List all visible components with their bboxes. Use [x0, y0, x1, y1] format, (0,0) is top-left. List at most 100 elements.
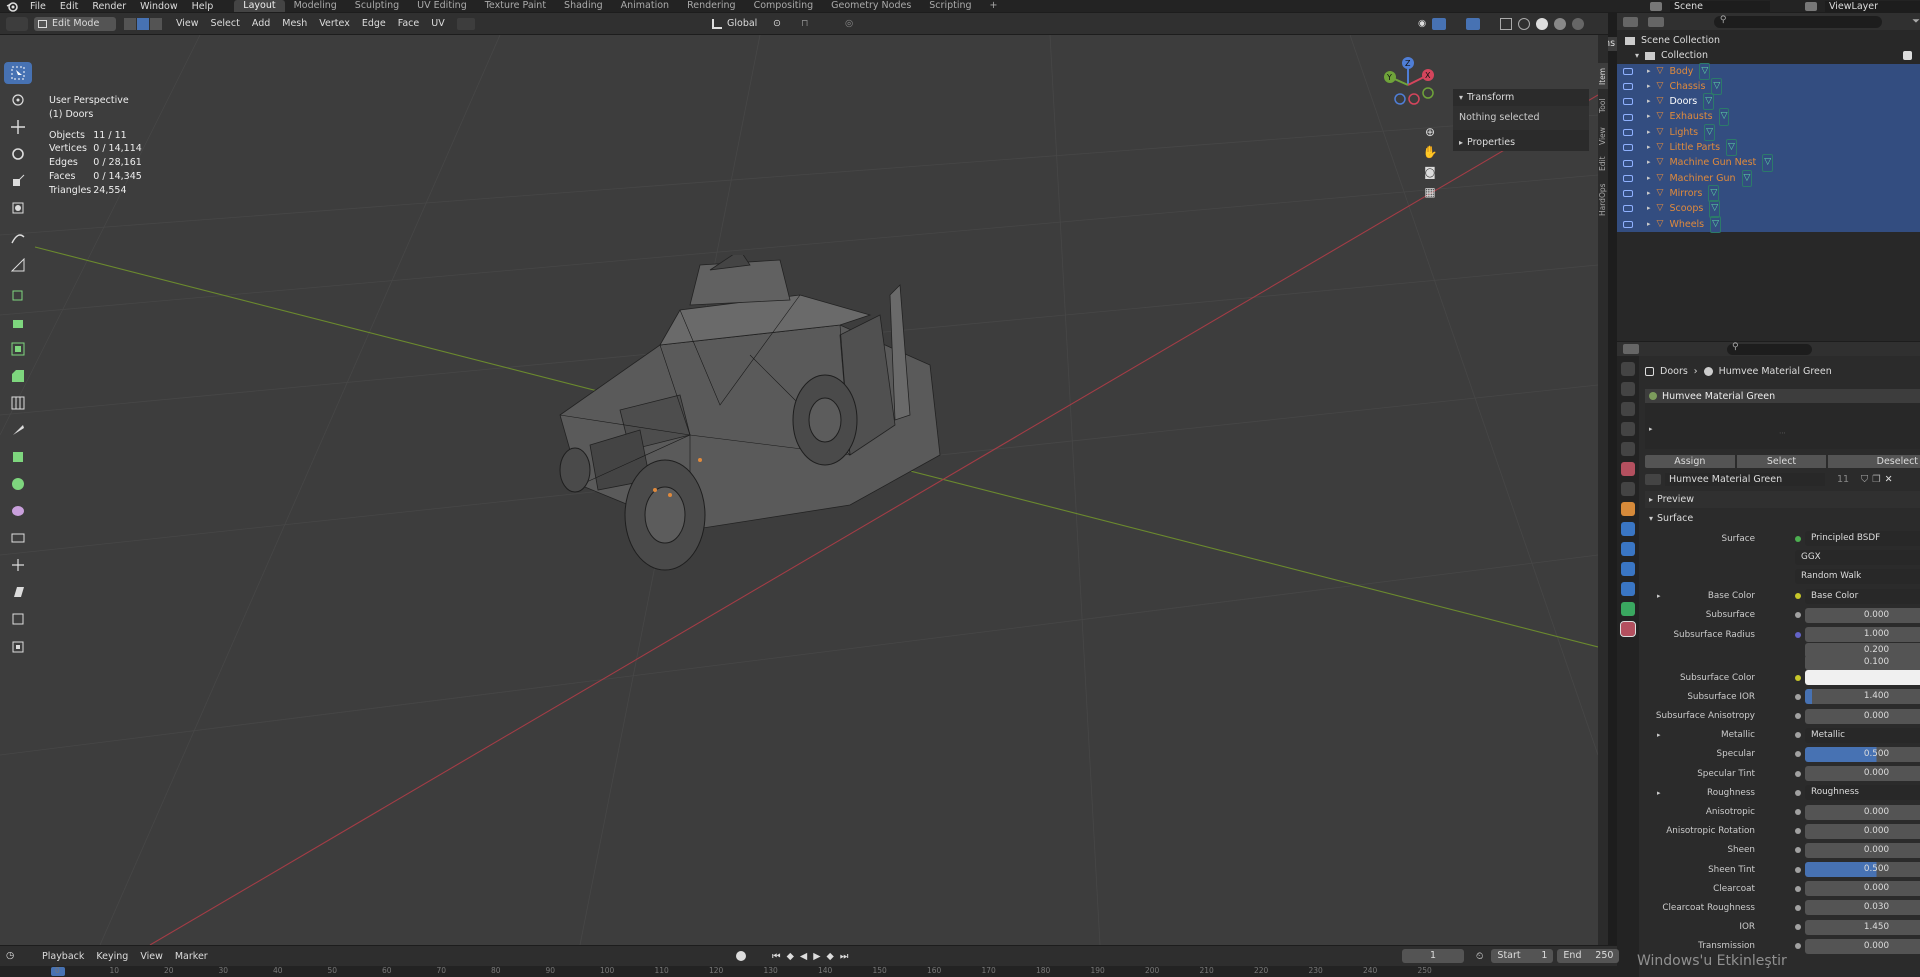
property-value-field[interactable]: 0.000 [1805, 842, 1920, 858]
tab-item[interactable]: Item [1598, 63, 1608, 89]
menu-playback[interactable]: Playback [36, 951, 90, 962]
play-reverse-icon[interactable]: ◀ [800, 951, 807, 962]
3d-viewport[interactable]: User Perspective (1) Doors Objects 11 / 1… [0, 35, 1598, 945]
visibility-icon[interactable]: ◉ [1418, 18, 1426, 29]
chevron-right-icon[interactable]: ▸ [1647, 171, 1651, 186]
properties-panel-header[interactable]: ▸ Properties [1453, 134, 1589, 151]
material-slot-list[interactable]: Humvee Material Green ▸ ⋯ [1645, 389, 1920, 449]
socket-icon[interactable] [1795, 612, 1801, 619]
property-value-field[interactable]: 0.030 [1805, 900, 1920, 916]
next-keyframe-icon[interactable]: ◆ [827, 951, 834, 962]
mesh-data-icon[interactable]: ▽ [1718, 108, 1730, 126]
rip-tool[interactable] [4, 608, 32, 630]
menu-uv[interactable]: UV [425, 18, 450, 29]
proportional-edit-icon[interactable]: ◎ [845, 18, 863, 30]
eye-icon[interactable] [1623, 144, 1633, 152]
add-workspace-button[interactable]: + [981, 0, 1007, 12]
tab-animation[interactable]: Animation [612, 0, 678, 12]
snap-icon[interactable]: ⊓ [801, 18, 819, 30]
menu-marker[interactable]: Marker [169, 951, 214, 962]
menu-keying[interactable]: Keying [90, 951, 134, 962]
socket-icon[interactable] [1795, 904, 1801, 911]
outliner-item-label[interactable]: Doors [1669, 94, 1697, 109]
material-name-field[interactable]: Humvee Material Green [1665, 472, 1825, 486]
eye-icon[interactable] [1623, 174, 1633, 182]
humvee-wireframe[interactable] [550, 255, 1050, 595]
chevron-right-icon[interactable]: ▸ [1647, 125, 1651, 140]
filter-icon[interactable]: ⏷ [1912, 16, 1920, 27]
socket-icon[interactable] [1795, 866, 1801, 873]
tab-sculpting[interactable]: Sculpting [346, 0, 408, 12]
preview-panel-header[interactable]: ▸ Preview [1645, 491, 1920, 508]
outliner-item-row[interactable]: ▸ ▽ Machiner Gun ▽ [1617, 169, 1920, 187]
outliner-item-label[interactable]: Chassis [1669, 79, 1705, 94]
outliner-item-label[interactable]: Little Parts [1669, 140, 1720, 155]
outliner-item-row[interactable]: ▸ ▽ Exhausts ▽ [1617, 108, 1920, 126]
property-value-field[interactable]: 0.000 [1805, 881, 1920, 897]
chevron-right-icon[interactable]: ▸ [1647, 79, 1651, 94]
outliner-item-label[interactable]: Exhausts [1669, 109, 1712, 124]
scene-collection-row[interactable]: Scene Collection [1617, 33, 1920, 48]
outliner-item-row[interactable]: ▸ ▽ Body ▽ [1617, 62, 1920, 80]
tool-tab-icon[interactable] [1621, 362, 1635, 376]
menu-face[interactable]: Face [392, 18, 425, 29]
chevron-right-icon[interactable]: ▸ [1657, 592, 1661, 600]
frame-ruler[interactable]: 0 10 20 30 40 50 60 70 80 90 100 110 120 130 140 150 160… [0, 966, 1617, 977]
material-browse-icon[interactable] [1645, 473, 1661, 485]
socket-icon[interactable] [1795, 828, 1801, 835]
checkbox-icon[interactable] [1903, 51, 1912, 61]
move-tool[interactable] [4, 116, 32, 138]
socket-icon[interactable] [1795, 770, 1801, 777]
resize-handle-icon[interactable]: ⋯ [1779, 429, 1786, 437]
outliner-item-row[interactable]: ▸ ▽ Little Parts ▽ [1617, 139, 1920, 157]
property-value-field[interactable]: 0.000 [1805, 766, 1920, 782]
socket-icon[interactable] [1795, 885, 1801, 892]
physics-tab-icon[interactable] [1621, 562, 1635, 576]
socket-icon[interactable] [1795, 847, 1801, 854]
property-value-field[interactable]: 1.000 [1805, 627, 1920, 643]
play-icon[interactable]: ▶ [813, 951, 820, 962]
close-icon[interactable]: ✕ [1885, 474, 1893, 485]
constraints-tab-icon[interactable] [1621, 582, 1635, 596]
socket-icon[interactable] [1795, 732, 1801, 739]
mesh-data-icon[interactable]: ▽ [1703, 93, 1715, 111]
mesh-data-icon[interactable]: ▽ [1710, 215, 1722, 233]
chevron-right-icon[interactable]: ▸ [1647, 109, 1651, 124]
output-tab-icon[interactable] [1621, 402, 1635, 416]
chevron-right-icon[interactable]: ▸ [1647, 155, 1651, 170]
menu-view[interactable]: View [170, 18, 205, 29]
edge-slide-tool[interactable] [4, 527, 32, 549]
socket-icon[interactable] [1795, 809, 1801, 816]
socket-icon[interactable] [1795, 674, 1801, 681]
property-link-field[interactable]: Principled BSDF [1805, 531, 1920, 547]
assign-button[interactable]: Assign [1645, 455, 1735, 468]
property-value-field[interactable]: 1.450 [1805, 919, 1920, 935]
xray-icon[interactable] [1500, 17, 1513, 30]
outliner-editor-icon[interactable] [1623, 16, 1639, 27]
socket-icon[interactable] [1795, 535, 1801, 542]
properties-editor-icon[interactable] [1623, 344, 1639, 354]
scale-cage-tool[interactable] [4, 636, 32, 658]
property-link-field[interactable]: Roughness [1805, 785, 1920, 801]
mesh-data-icon[interactable]: ▽ [1709, 200, 1721, 218]
chevron-right-icon[interactable]: ▸ [1647, 64, 1651, 79]
property-link-field[interactable]: GGX [1795, 550, 1920, 566]
shrink-fatten-tool[interactable] [4, 554, 32, 576]
chevron-right-icon[interactable]: ▸ [1647, 140, 1651, 155]
spin-tool[interactable] [4, 473, 32, 495]
tab-layout[interactable]: Layout [234, 0, 285, 12]
material-tab-icon[interactable] [1620, 621, 1636, 637]
orientation-icon[interactable] [712, 18, 722, 29]
prev-keyframe-icon[interactable]: ◆ [787, 951, 794, 962]
tab-view[interactable]: View [1598, 123, 1608, 149]
end-frame-field[interactable]: End 250 [1557, 949, 1620, 963]
property-value-field[interactable]: 0.000 [1805, 938, 1920, 954]
object-tab-icon[interactable] [1621, 502, 1635, 516]
shading-material-icon[interactable] [1554, 17, 1567, 30]
property-link-field[interactable]: Random Walk [1795, 569, 1920, 585]
scale-tool[interactable] [4, 170, 32, 192]
world-tab-icon[interactable] [1621, 462, 1635, 476]
surface-panel-header[interactable]: ▾ Surface [1645, 510, 1920, 527]
inset-tool[interactable] [4, 338, 32, 360]
chevron-right-icon[interactable]: ▸ [1647, 94, 1651, 109]
